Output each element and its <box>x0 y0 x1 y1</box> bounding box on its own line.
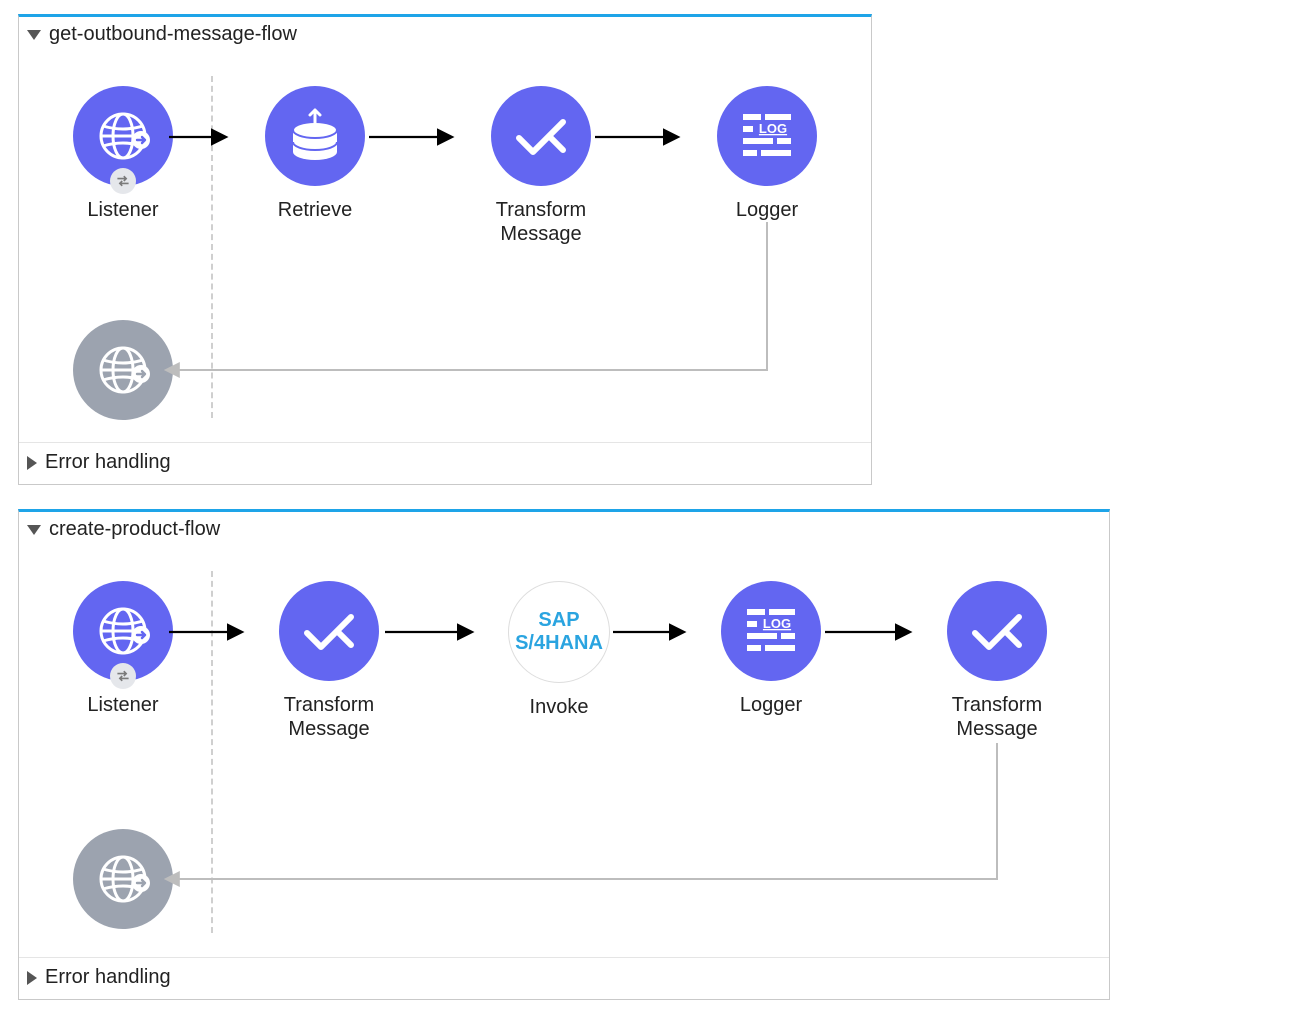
flow-create-product[interactable]: create-product-flow Listener Transform M… <box>18 509 1110 1000</box>
exchange-badge-icon <box>110 663 136 689</box>
connector-arrow <box>825 627 913 637</box>
http-response-icon <box>73 829 173 929</box>
node-transform-2[interactable]: Transform Message <box>917 581 1077 741</box>
http-response-icon <box>73 320 173 420</box>
flow-title-row[interactable]: create-product-flow <box>19 512 1109 547</box>
transform-message-icon <box>947 581 1047 681</box>
objectstore-retrieve-icon <box>265 86 365 186</box>
node-label: Transform Message <box>249 693 409 741</box>
http-listener-icon <box>73 86 173 186</box>
sap-icon-line2: S/4HANA <box>515 632 603 655</box>
transform-message-icon <box>279 581 379 681</box>
node-logger[interactable]: Logger <box>687 86 847 222</box>
error-handling-section[interactable]: Error handling <box>19 957 1109 999</box>
exchange-badge-icon <box>110 168 136 194</box>
transform-message-icon <box>491 86 591 186</box>
node-invoke[interactable]: SAP S/4HANA Invoke <box>479 581 639 719</box>
error-handling-label: Error handling <box>45 451 171 474</box>
flow-title-row[interactable]: get-outbound-message-flow <box>19 17 871 52</box>
node-label: Logger <box>687 198 847 222</box>
return-connector <box>159 743 1009 893</box>
connector-arrow <box>169 132 229 142</box>
node-transform-1[interactable]: Transform Message <box>249 581 409 741</box>
expand-icon[interactable] <box>27 30 41 40</box>
node-label: Listener <box>43 693 203 717</box>
connector-arrow <box>169 627 245 637</box>
flow-canvas[interactable]: Listener Transform Message SAP S/4HANA I… <box>19 547 1109 957</box>
node-label: Logger <box>691 693 851 717</box>
flow-get-outbound-message[interactable]: get-outbound-message-flow Listener Retri… <box>18 14 872 485</box>
flow-title: get-outbound-message-flow <box>49 23 297 46</box>
node-listener[interactable]: Listener <box>43 581 203 717</box>
connector-arrow <box>385 627 475 637</box>
error-handling-section[interactable]: Error handling <box>19 442 871 484</box>
connector-arrow <box>595 132 681 142</box>
http-listener-icon <box>73 581 173 681</box>
expand-icon[interactable] <box>27 525 41 535</box>
connector-arrow <box>613 627 687 637</box>
node-listener[interactable]: Listener <box>43 86 203 222</box>
logger-icon <box>717 86 817 186</box>
return-connector <box>159 222 779 382</box>
sap-s4hana-icon: SAP S/4HANA <box>508 581 610 683</box>
flow-title: create-product-flow <box>49 518 220 541</box>
flow-canvas[interactable]: Listener Retrieve Transform Message Logg… <box>19 52 871 442</box>
connector-arrow <box>369 132 455 142</box>
node-retrieve[interactable]: Retrieve <box>235 86 395 222</box>
node-label: Retrieve <box>235 198 395 222</box>
node-label: Listener <box>43 198 203 222</box>
error-handling-label: Error handling <box>45 966 171 989</box>
node-logger[interactable]: Logger <box>691 581 851 717</box>
node-label: Invoke <box>479 695 639 719</box>
expand-icon[interactable] <box>27 456 37 470</box>
node-label: Transform Message <box>917 693 1077 741</box>
sap-icon-line1: SAP <box>515 609 603 632</box>
logger-icon <box>721 581 821 681</box>
expand-icon[interactable] <box>27 971 37 985</box>
